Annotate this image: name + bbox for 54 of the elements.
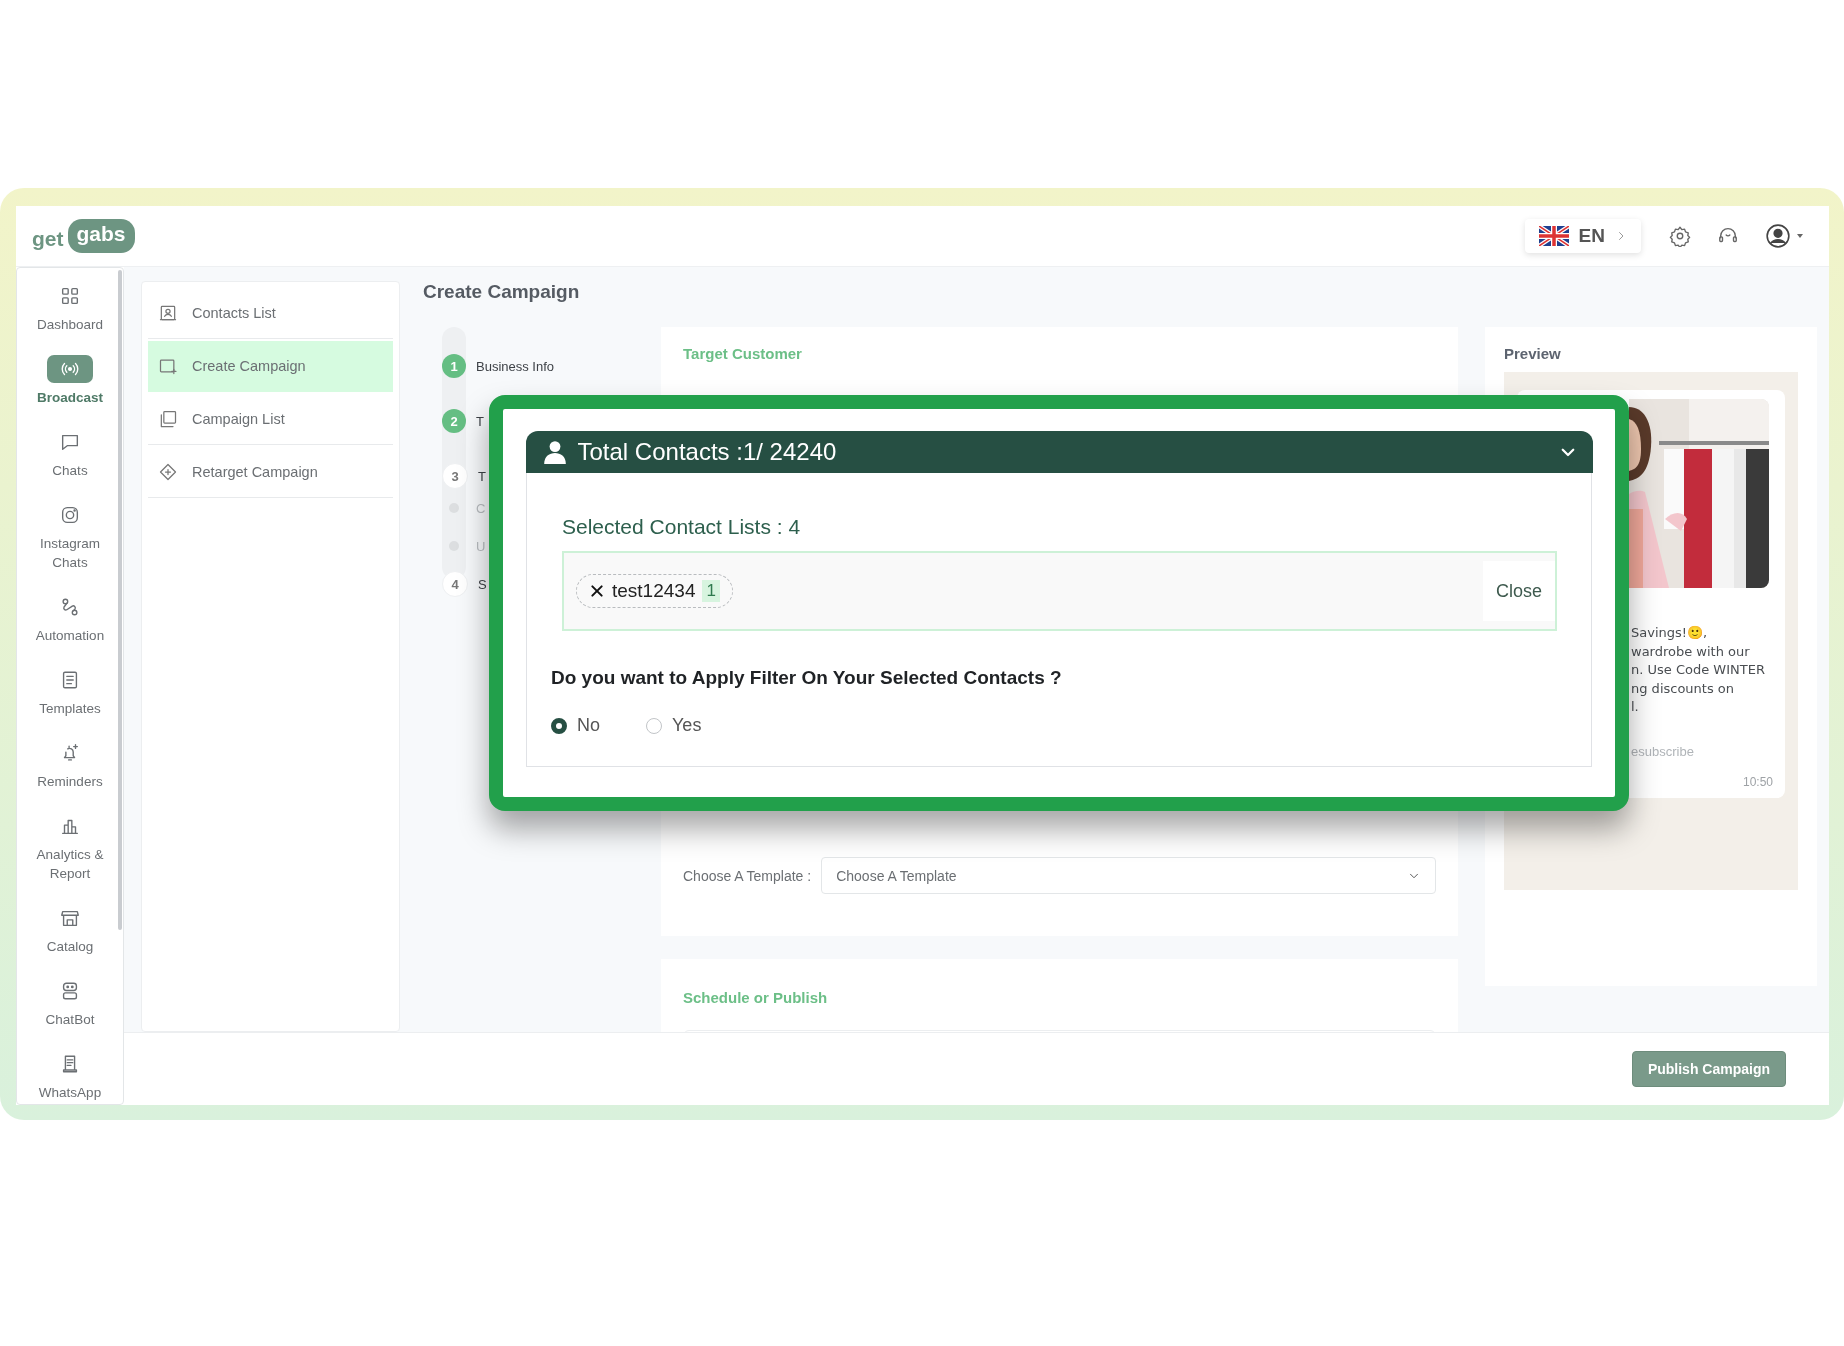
radio-button[interactable] xyxy=(551,717,567,734)
logo: get gabs xyxy=(32,219,135,253)
diamond-plus-icon xyxy=(158,462,178,482)
grid-icon xyxy=(59,285,81,307)
step-label: T xyxy=(476,413,484,429)
submenu-item[interactable]: Contacts List xyxy=(148,288,393,339)
radio-label: Yes xyxy=(672,715,702,736)
section-title: Target Customer xyxy=(683,345,803,362)
user-avatar-icon[interactable] xyxy=(1765,223,1791,249)
message-text: Savings!🙂, wardrobe with our n. Use Code WINTER ng discounts on l. xyxy=(1630,624,1766,716)
instagram-icon xyxy=(59,504,81,526)
template-dropdown[interactable]: Choose A Template xyxy=(821,857,1436,894)
sidebar-item[interactable]: Reminders xyxy=(17,739,123,791)
caret-icon xyxy=(1797,234,1803,238)
sidebar-item[interactable]: Chats xyxy=(17,428,123,480)
count-badge: 1 xyxy=(702,580,720,602)
substep-label: U xyxy=(476,538,486,554)
page-title: Create Campaign xyxy=(423,281,581,304)
person-icon xyxy=(541,439,568,465)
sidebar-item[interactable]: ChatBot xyxy=(17,977,123,1029)
submenu-item[interactable]: Create Campaign xyxy=(148,341,393,392)
selected-lists-label: Selected Contact Lists : 4 xyxy=(562,515,802,539)
message-time: 10:50 xyxy=(1741,775,1773,789)
filter-question: Do you want to Apply Filter On Your Selected Contacts ? xyxy=(551,667,1063,689)
submenu-item[interactable]: Retarget Campaign xyxy=(148,447,393,498)
flag-icon xyxy=(1538,226,1569,246)
sidebar-item[interactable]: Broadcast xyxy=(17,355,123,407)
submenu-item[interactable]: Campaign List xyxy=(148,394,393,445)
preview-title: Preview xyxy=(1504,345,1562,362)
radio-label: No xyxy=(577,715,600,736)
publish-campaign-button[interactable]: Publish Campaign xyxy=(1631,1051,1786,1087)
contact-card-icon xyxy=(158,303,178,323)
language-selector[interactable]: EN xyxy=(1524,219,1641,253)
settings-icon xyxy=(1669,225,1691,247)
sidebar-item[interactable]: Analytics & Report xyxy=(17,812,123,883)
close-button[interactable]: Close xyxy=(1482,561,1555,621)
unsubscribe-text: esubscribe xyxy=(1630,743,1695,759)
sidebar-item[interactable]: Instagram Chats xyxy=(17,501,123,572)
section-title: Schedule or Publish xyxy=(683,989,829,1006)
step-label: T xyxy=(478,468,486,484)
stacked-squares-icon xyxy=(158,409,178,429)
close-icon[interactable] xyxy=(589,583,605,599)
sidebar-item[interactable]: Automation xyxy=(17,593,123,645)
contacts-header[interactable]: Total Contacts :1/ 24240 xyxy=(525,431,1593,473)
sidebar-item[interactable]: WhatsApp xyxy=(17,1050,123,1102)
field-label: Choose A Template : xyxy=(683,867,812,884)
step-label: Business Info xyxy=(476,358,555,374)
automation-icon xyxy=(59,596,81,618)
sidebar-item[interactable]: Templates xyxy=(17,666,123,718)
substep-label: C xyxy=(476,500,486,516)
step-label: S xyxy=(478,576,487,592)
sidebar-item[interactable]: Catalog xyxy=(17,904,123,956)
step-number: 4 xyxy=(442,571,468,597)
sidebar-item[interactable]: Dashboard xyxy=(17,282,123,334)
